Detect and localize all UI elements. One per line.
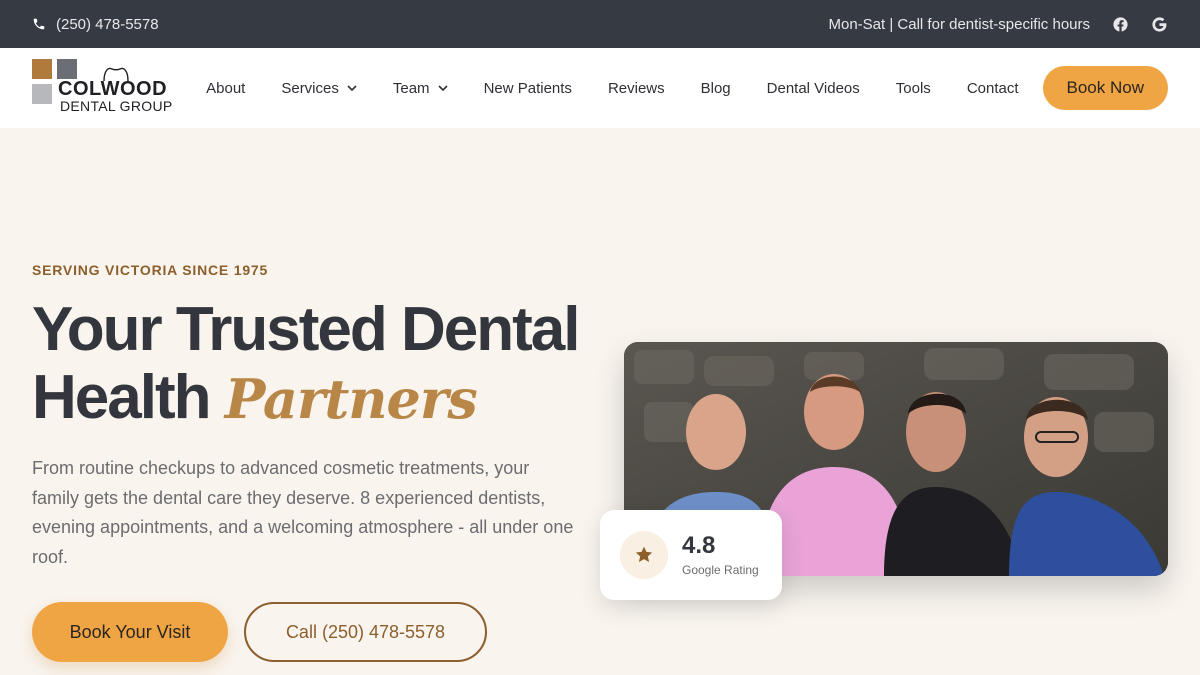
nav-new-patients-label: New Patients xyxy=(483,79,572,97)
nav-services-label: Services xyxy=(281,79,339,97)
site-header: COLWOOD DENTAL GROUP About Services Team… xyxy=(0,48,1200,128)
nav-new-patients[interactable]: New Patients xyxy=(484,80,572,97)
chevron-down-icon xyxy=(437,85,448,92)
nav-dental-videos-label: Dental Videos xyxy=(766,79,860,97)
nav-reviews[interactable]: Reviews xyxy=(608,80,665,97)
nav-about[interactable]: About xyxy=(206,80,245,97)
hero-headline: Your Trusted Dental Health Partners xyxy=(32,295,580,433)
topbar-hours: Mon-Sat | Call for dentist-specific hour… xyxy=(828,15,1091,33)
phone-icon xyxy=(33,18,45,30)
rating-label: Google Rating xyxy=(682,563,759,577)
hero-description: From routine checkups to advanced cosmet… xyxy=(32,458,574,567)
book-now-button[interactable]: Book Now xyxy=(1042,66,1168,110)
book-visit-button[interactable]: Book Your Visit xyxy=(32,602,228,662)
hero-section: SERVING VICTORIA SINCE 1975 Your Trusted… xyxy=(0,128,1200,675)
nav-team[interactable]: Team xyxy=(393,80,448,97)
logo-line-1: COLWOOD xyxy=(58,78,168,100)
nav-tools[interactable]: Tools xyxy=(896,80,931,97)
headline-accent: Partners xyxy=(224,367,478,431)
call-button[interactable]: Call (250) 478-5578 xyxy=(244,602,487,662)
nav-dental-videos[interactable]: Dental Videos xyxy=(767,80,860,97)
site-logo[interactable]: COLWOOD DENTAL GROUP xyxy=(32,59,176,117)
rating-card: 4.8 Google Rating xyxy=(600,510,782,600)
facebook-icon[interactable] xyxy=(1112,16,1129,33)
nav-blog[interactable]: Blog xyxy=(701,80,731,97)
nav-reviews-label: Reviews xyxy=(607,79,665,97)
headline-part-2: Health xyxy=(32,363,211,432)
nav-blog-label: Blog xyxy=(700,79,731,97)
headline-part-1: Your Trusted Dental xyxy=(32,295,580,364)
nav-tools-label: Tools xyxy=(895,79,931,97)
nav-team-label: Team xyxy=(392,79,430,97)
top-bar: (250) 478-5578 Mon-Sat | Call for dentis… xyxy=(0,0,1200,48)
nav-contact[interactable]: Contact xyxy=(967,80,1019,97)
topbar-phone-link[interactable]: (250) 478-5578 xyxy=(32,16,159,33)
rating-value: 4.8 xyxy=(682,532,716,559)
google-icon[interactable] xyxy=(1151,16,1168,33)
chevron-down-icon xyxy=(347,85,357,92)
nav-services[interactable]: Services xyxy=(281,80,357,97)
rating-star-badge xyxy=(620,531,668,579)
logo-line-2: DENTAL GROUP xyxy=(60,98,173,114)
nav-contact-label: Contact xyxy=(966,79,1019,97)
nav-about-label: About xyxy=(206,79,246,97)
hero-kicker: SERVING VICTORIA SINCE 1975 xyxy=(32,262,269,278)
topbar-phone-text: (250) 478-5578 xyxy=(56,15,159,33)
main-nav: About Services Team New Patients Reviews… xyxy=(206,66,1168,110)
star-icon xyxy=(635,546,653,562)
